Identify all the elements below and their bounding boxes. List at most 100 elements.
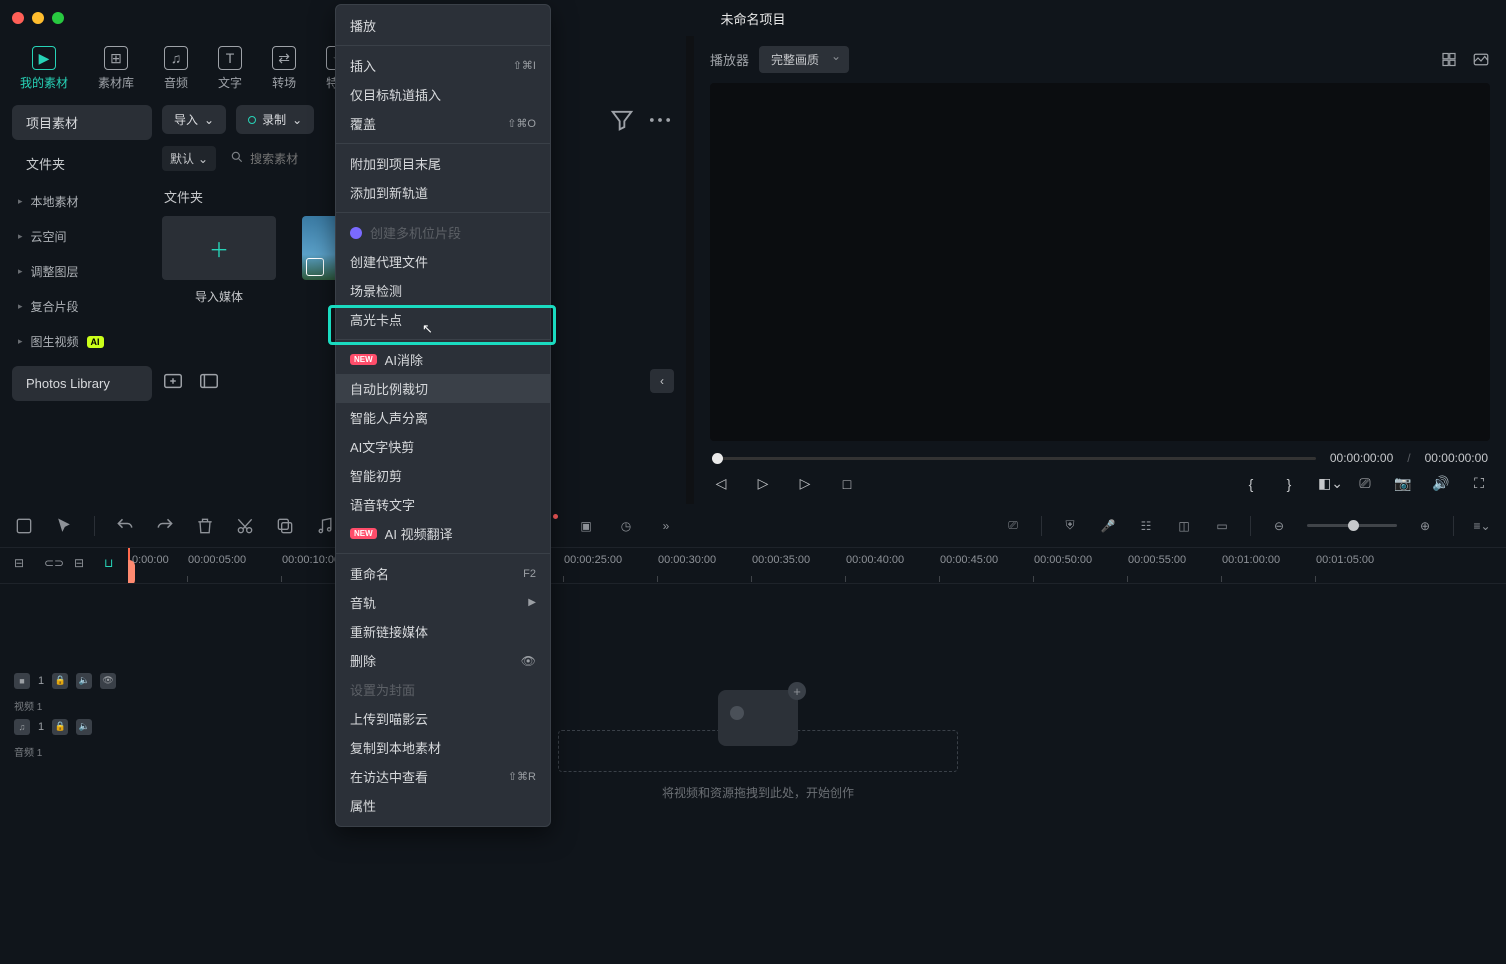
video-track-header[interactable]: ■ 1 🔒 🔈 👁 视频 1	[0, 670, 128, 716]
mixer-icon[interactable]: ☷	[1136, 516, 1156, 536]
link-mode-icon[interactable]: ⊂⊃	[44, 556, 64, 576]
mark-out-icon[interactable]: }	[1280, 476, 1298, 492]
sidebar-item-adjust-layer[interactable]: 调整图层	[12, 257, 152, 286]
ctx-smart-trim[interactable]: 智能初剪	[336, 461, 550, 490]
mute-icon[interactable]: 🔈	[76, 673, 92, 689]
delete-icon[interactable]	[195, 516, 215, 536]
more-tools-icon[interactable]: »	[656, 516, 676, 536]
ctx-relink[interactable]: 重新链接媒体	[336, 617, 550, 646]
ctx-copy-local[interactable]: 复制到本地素材	[336, 733, 550, 762]
more-icon[interactable]	[646, 106, 674, 134]
ctx-scene[interactable]: 场景检测	[336, 276, 550, 305]
mute-icon[interactable]: 🔈	[76, 719, 92, 735]
music-icon[interactable]	[315, 516, 335, 536]
minimize-window-button[interactable]	[32, 12, 44, 24]
ripple-mode-icon[interactable]: ⊟	[74, 556, 94, 576]
ctx-ai-remove[interactable]: NEWAI消除	[336, 345, 550, 374]
ctx-insert[interactable]: 插入⇧⌘I	[336, 51, 550, 80]
snap-mode-icon[interactable]: ⊔	[104, 556, 124, 576]
sidebar-item-cloud[interactable]: 云空间	[12, 222, 152, 251]
insert-mode-icon[interactable]: ⊟	[14, 556, 34, 576]
ctx-voice-sep[interactable]: 智能人声分离	[336, 403, 550, 432]
copy-icon[interactable]	[275, 516, 295, 536]
sort-select[interactable]: 默认⌄	[162, 146, 216, 171]
new-bin-icon[interactable]	[198, 370, 220, 392]
new-folder-icon[interactable]	[162, 370, 184, 392]
lock-icon[interactable]: 🔒	[52, 673, 68, 689]
stop-icon[interactable]: □	[838, 476, 856, 492]
sidebar-item-local[interactable]: 本地素材	[12, 187, 152, 216]
snapshot-icon[interactable]: 📷	[1394, 475, 1412, 492]
sidebar-item-compound[interactable]: 复合片段	[12, 292, 152, 321]
ctx-properties[interactable]: 属性	[336, 791, 550, 820]
tab-transition[interactable]: ⇄ 转场	[272, 46, 296, 97]
maximize-window-button[interactable]	[52, 12, 64, 24]
mark-in-icon[interactable]: {	[1242, 476, 1260, 492]
play-icon[interactable]: ▷	[754, 475, 772, 492]
quality-select[interactable]: 完整画质	[759, 46, 849, 73]
tab-audio[interactable]: ♫ 音频	[164, 46, 188, 97]
ctx-upload-cloud[interactable]: 上传到喵影云	[336, 704, 550, 733]
redo-icon[interactable]	[155, 516, 175, 536]
track-view-icon[interactable]: ≡⌄	[1472, 516, 1492, 536]
crop-icon[interactable]: ▣	[576, 516, 596, 536]
grid-view-icon[interactable]	[1440, 49, 1458, 70]
display-icon[interactable]: ⎚	[1356, 475, 1374, 492]
timeline-drop-zone[interactable]: 将视频和资源拖拽到此处，开始创作	[558, 690, 958, 801]
player-progress-bar[interactable]	[712, 457, 1316, 460]
ctx-ai-text-cut[interactable]: AI文字快剪	[336, 432, 550, 461]
ctx-auto-crop[interactable]: 自动比例裁切	[336, 374, 550, 403]
tab-text[interactable]: T 文字	[218, 46, 242, 97]
shield-icon[interactable]: ⛨	[1060, 516, 1080, 536]
ctx-add-track[interactable]: 添加到新轨道	[336, 178, 550, 207]
mic-icon[interactable]: 🎤	[1098, 516, 1118, 536]
cut-icon[interactable]	[235, 516, 255, 536]
fullscreen-icon[interactable]: ⛶	[1470, 475, 1488, 492]
zoom-out-icon[interactable]: ⊖	[1269, 516, 1289, 536]
ctx-delete[interactable]: 删除👁	[336, 646, 550, 675]
visibility-icon[interactable]: 👁	[100, 673, 116, 689]
speed-icon[interactable]: ◷	[616, 516, 636, 536]
next-frame-icon[interactable]: ▷	[796, 475, 814, 492]
ctx-ai-translate[interactable]: NEWAI 视频翻译	[336, 519, 550, 548]
ctx-append[interactable]: 附加到项目末尾	[336, 149, 550, 178]
ctx-insert-target[interactable]: 仅目标轨道插入	[336, 80, 550, 109]
record-button[interactable]: 录制⌄	[236, 105, 314, 134]
zoom-slider[interactable]	[1307, 524, 1397, 527]
ctx-audio-track[interactable]: 音轨▶	[336, 588, 550, 617]
volume-icon[interactable]: 🔊	[1432, 475, 1450, 492]
player-canvas[interactable]	[710, 83, 1490, 441]
ctx-reveal[interactable]: 在访达中查看⇧⌘R	[336, 762, 550, 791]
sidebar-item-aigen[interactable]: 图生视频 AI	[12, 327, 152, 356]
zoom-in-icon[interactable]: ⊕	[1415, 516, 1435, 536]
tab-stock[interactable]: ⊞ 素材库	[98, 46, 134, 97]
import-media-tile[interactable]: ＋ 导入媒体	[162, 216, 276, 305]
collapse-panel-button[interactable]: ‹	[650, 369, 674, 393]
render-icon[interactable]: ▭	[1212, 516, 1232, 536]
import-button[interactable]: 导入⌄	[162, 105, 226, 134]
audio-track-header[interactable]: ♫ 1 🔒 🔈 音频 1	[0, 716, 128, 762]
playhead[interactable]	[128, 548, 130, 583]
ctx-speech-text[interactable]: 语音转文字	[336, 490, 550, 519]
marker-icon[interactable]: ◧⌄	[1318, 475, 1336, 492]
ctx-highlight[interactable]: 高光卡点	[336, 305, 550, 334]
record-tool-icon[interactable]: ⎚	[1003, 516, 1023, 536]
close-window-button[interactable]	[12, 12, 24, 24]
ctx-play[interactable]: 播放	[336, 11, 550, 40]
audio-icon: ♫	[164, 46, 188, 70]
pointer-tool-icon[interactable]	[54, 516, 74, 536]
ctx-cover[interactable]: 覆盖⇧⌘O	[336, 109, 550, 138]
compare-view-icon[interactable]	[1472, 49, 1490, 70]
ctx-proxy[interactable]: 创建代理文件	[336, 247, 550, 276]
lock-icon[interactable]: 🔒	[52, 719, 68, 735]
ctx-rename[interactable]: 重命名F2	[336, 559, 550, 588]
adjust-icon[interactable]: ◫	[1174, 516, 1194, 536]
tab-my-media[interactable]: ▶ 我的素材	[20, 46, 68, 97]
project-media-heading[interactable]: 项目素材	[12, 105, 152, 140]
photos-library-button[interactable]: Photos Library	[12, 366, 152, 401]
undo-icon[interactable]	[115, 516, 135, 536]
ruler-tick: 00:00:30:00	[658, 554, 716, 566]
filter-icon[interactable]	[608, 106, 636, 134]
prev-frame-icon[interactable]: ◁	[712, 475, 730, 492]
selection-tool-icon[interactable]	[14, 516, 34, 536]
